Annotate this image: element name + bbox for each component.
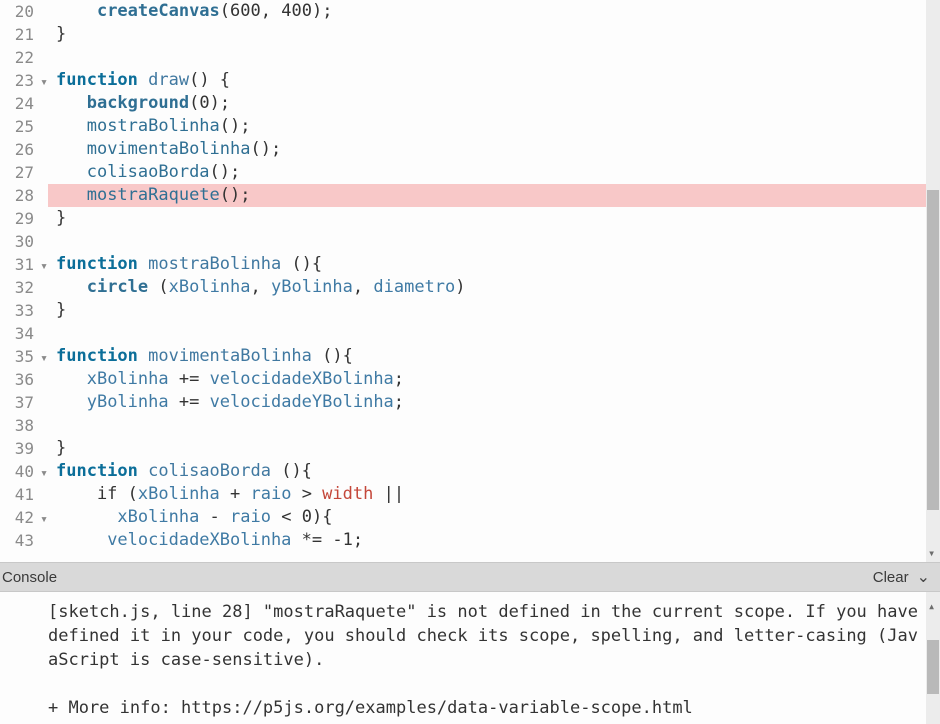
- code-content[interactable]: [48, 46, 940, 69]
- editor-scrollbar[interactable]: ▾: [926, 0, 940, 562]
- code-content[interactable]: function colisaoBorda (){: [48, 460, 940, 483]
- gutter-line-number[interactable]: 31▾: [0, 253, 48, 276]
- console-scrollbar[interactable]: ▴: [926, 592, 940, 724]
- gutter-line-number[interactable]: 42▾: [0, 506, 48, 529]
- gutter-line-number[interactable]: 39: [0, 437, 48, 460]
- code-line[interactable]: 35▾function movimentaBolinha (){: [0, 345, 940, 368]
- code-line[interactable]: 28 mostraRaquete();: [0, 184, 940, 207]
- gutter-line-number[interactable]: 35▾: [0, 345, 48, 368]
- gutter-line-number[interactable]: 26: [0, 138, 48, 161]
- gutter-line-number[interactable]: 27: [0, 161, 48, 184]
- code-line[interactable]: 24 background(0);: [0, 92, 940, 115]
- gutter-line-number[interactable]: 21: [0, 23, 48, 46]
- gutter-line-number[interactable]: 43: [0, 529, 48, 552]
- code-line[interactable]: 42▾ xBolinha - raio < 0){: [0, 506, 940, 529]
- fold-arrow-icon[interactable]: ▾: [40, 508, 48, 531]
- code-line[interactable]: 26 movimentaBolinha();: [0, 138, 940, 161]
- gutter-line-number[interactable]: 24: [0, 92, 48, 115]
- code-line[interactable]: 39}: [0, 437, 940, 460]
- gutter-line-number[interactable]: 28: [0, 184, 48, 207]
- gutter-line-number[interactable]: 38: [0, 414, 48, 437]
- console-toggle-icon[interactable]: ⌄: [917, 567, 930, 587]
- code-content[interactable]: if (xBolinha + raio > width ||: [48, 483, 940, 506]
- scrollbar-thumb[interactable]: [927, 640, 939, 694]
- code-line[interactable]: 22: [0, 46, 940, 69]
- code-content[interactable]: [48, 230, 940, 253]
- code-line[interactable]: 27 colisaoBorda();: [0, 161, 940, 184]
- fold-arrow-icon[interactable]: ▾: [40, 255, 48, 278]
- console-body[interactable]: [sketch.js, line 28] "mostraRaquete" is …: [0, 592, 940, 724]
- code-content[interactable]: movimentaBolinha();: [48, 138, 940, 161]
- code-content[interactable]: mostraBolinha();: [48, 115, 940, 138]
- code-content[interactable]: colisaoBorda();: [48, 161, 940, 184]
- scroll-up-icon[interactable]: ▴: [928, 594, 935, 618]
- code-content[interactable]: [48, 414, 940, 437]
- editor-pane: 20 createCanvas(600, 400);21}2223▾functi…: [0, 0, 940, 562]
- code-content[interactable]: function movimentaBolinha (){: [48, 345, 940, 368]
- gutter-line-number[interactable]: 20: [0, 0, 48, 23]
- code-content[interactable]: }: [48, 299, 940, 322]
- gutter-line-number[interactable]: 34: [0, 322, 48, 345]
- code-content[interactable]: mostraRaquete();: [48, 184, 940, 207]
- code-line[interactable]: 41 if (xBolinha + raio > width ||: [0, 483, 940, 506]
- code-line[interactable]: 30: [0, 230, 940, 253]
- code-line[interactable]: 43 velocidadeXBolinha *= -1;: [0, 529, 940, 552]
- gutter-line-number[interactable]: 36: [0, 368, 48, 391]
- scroll-down-icon[interactable]: ▾: [928, 546, 935, 560]
- code-content[interactable]: circle (xBolinha, yBolinha, diametro): [48, 276, 940, 299]
- code-content[interactable]: function draw() {: [48, 69, 940, 92]
- code-line[interactable]: 38: [0, 414, 940, 437]
- code-content[interactable]: createCanvas(600, 400);: [48, 0, 940, 23]
- code-line[interactable]: 31▾function mostraBolinha (){: [0, 253, 940, 276]
- gutter-line-number[interactable]: 37: [0, 391, 48, 414]
- code-line[interactable]: 20 createCanvas(600, 400);: [0, 0, 940, 23]
- scrollbar-thumb[interactable]: [927, 190, 939, 510]
- code-line[interactable]: 34: [0, 322, 940, 345]
- code-content[interactable]: }: [48, 23, 940, 46]
- code-line[interactable]: 29}: [0, 207, 940, 230]
- code-content[interactable]: velocidadeXBolinha *= -1;: [48, 529, 940, 552]
- code-content[interactable]: yBolinha += velocidadeYBolinha;: [48, 391, 940, 414]
- console-message: [sketch.js, line 28] "mostraRaquete" is …: [48, 600, 926, 720]
- gutter-line-number[interactable]: 30: [0, 230, 48, 253]
- code-line[interactable]: 36 xBolinha += velocidadeXBolinha;: [0, 368, 940, 391]
- console-clear-button[interactable]: Clear: [873, 569, 909, 586]
- gutter-line-number[interactable]: 25: [0, 115, 48, 138]
- code-content[interactable]: function mostraBolinha (){: [48, 253, 940, 276]
- code-content[interactable]: }: [48, 207, 940, 230]
- code-line[interactable]: 37 yBolinha += velocidadeYBolinha;: [0, 391, 940, 414]
- gutter-line-number[interactable]: 40▾: [0, 460, 48, 483]
- code-content[interactable]: background(0);: [48, 92, 940, 115]
- fold-arrow-icon[interactable]: ▾: [40, 71, 48, 94]
- code-line[interactable]: 23▾function draw() {: [0, 69, 940, 92]
- code-line[interactable]: 40▾function colisaoBorda (){: [0, 460, 940, 483]
- code-line[interactable]: 21}: [0, 23, 940, 46]
- gutter-line-number[interactable]: 23▾: [0, 69, 48, 92]
- fold-arrow-icon[interactable]: ▾: [40, 347, 48, 370]
- code-line[interactable]: 33}: [0, 299, 940, 322]
- code-editor[interactable]: 20 createCanvas(600, 400);21}2223▾functi…: [0, 0, 940, 562]
- code-content[interactable]: }: [48, 437, 940, 460]
- console-title: Console: [2, 569, 57, 586]
- code-line[interactable]: 32 circle (xBolinha, yBolinha, diametro): [0, 276, 940, 299]
- code-content[interactable]: xBolinha += velocidadeXBolinha;: [48, 368, 940, 391]
- gutter-line-number[interactable]: 32: [0, 276, 48, 299]
- code-content[interactable]: xBolinha - raio < 0){: [48, 506, 940, 529]
- gutter-line-number[interactable]: 22: [0, 46, 48, 69]
- code-line[interactable]: 25 mostraBolinha();: [0, 115, 940, 138]
- console-header: Console Clear ⌄: [0, 562, 940, 592]
- gutter-line-number[interactable]: 29: [0, 207, 48, 230]
- gutter-line-number[interactable]: 41: [0, 483, 48, 506]
- code-content[interactable]: [48, 322, 940, 345]
- fold-arrow-icon[interactable]: ▾: [40, 462, 48, 485]
- gutter-line-number[interactable]: 33: [0, 299, 48, 322]
